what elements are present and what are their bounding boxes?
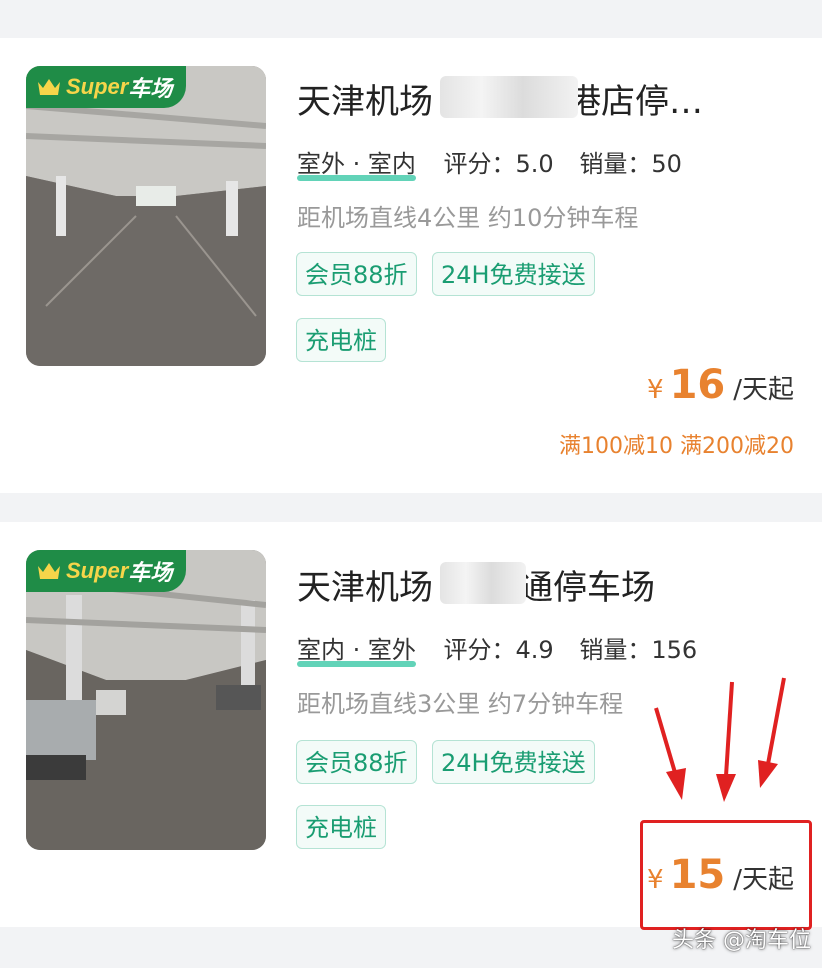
crown-icon — [38, 563, 60, 579]
arrow-middle — [724, 681, 734, 777]
promotion-text: 满100减10 满200减20 — [559, 434, 794, 459]
sales-value: 50 — [651, 150, 682, 178]
distance-text: 距机场直线4公里 约10分钟车程 — [297, 204, 639, 232]
parking-lot-title[interactable]: 天津机场 通停车场 — [297, 560, 797, 609]
badge-brand: Super — [66, 74, 129, 99]
redacted-area — [440, 562, 526, 604]
sales-label: 销量： — [579, 150, 652, 178]
tag-charging-pile: 充电桩 — [296, 805, 386, 849]
rating-label: 评分： — [443, 150, 516, 178]
sales-value: 156 — [651, 636, 698, 664]
tag-free-shuttle: 24H免费接送 — [432, 740, 595, 784]
tag-charging-pile: 充电桩 — [296, 318, 386, 362]
rating-label: 评分： — [443, 636, 516, 664]
parking-lot-photo: Super 车场 — [26, 550, 266, 850]
distance-text: 距机场直线3公里 约7分钟车程 — [297, 690, 624, 718]
rating-value: 4.9 — [515, 636, 554, 664]
badge-label: 车场 — [128, 76, 173, 101]
arrow-middle-head — [716, 774, 736, 802]
currency-symbol: ¥ — [647, 375, 664, 405]
price-unit: /天起 — [733, 375, 794, 405]
top-divider — [0, 0, 822, 8]
lot-meta: 室内 · 室外 评分：4.9 销量：156 — [297, 630, 698, 667]
price-value: 16 — [669, 362, 726, 408]
price-highlight-box — [640, 820, 812, 930]
sales-label: 销量： — [579, 636, 652, 664]
parking-lot-card[interactable]: Super 车场 天津机场 空港店停… 室外 · 室内 评分：5.0 销量：50 … — [0, 38, 822, 493]
arrow-right — [766, 677, 786, 765]
lot-type: 室内 · 室外 — [297, 630, 416, 667]
parking-lot-photo: Super 车场 — [26, 66, 266, 366]
badge-label: 车场 — [128, 560, 173, 585]
super-lot-badge: Super 车场 — [26, 66, 186, 108]
tag-member-discount: 会员88折 — [296, 740, 417, 784]
rating-value: 5.0 — [515, 150, 554, 178]
tag-free-shuttle: 24H免费接送 — [432, 252, 595, 296]
watermark: 头条 @淘车位 — [672, 928, 811, 953]
arrow-right-head — [758, 760, 778, 788]
super-lot-badge: Super 车场 — [26, 550, 186, 592]
arrow-left-head — [666, 768, 686, 800]
arrow-left — [654, 707, 678, 777]
redacted-area — [440, 76, 578, 118]
price: ¥16/天起 — [647, 362, 794, 408]
annotation-arrows — [654, 677, 786, 802]
lot-meta: 室外 · 室内 评分：5.0 销量：50 — [297, 144, 682, 181]
tag-member-discount: 会员88折 — [296, 252, 417, 296]
lot-type: 室外 · 室内 — [297, 144, 416, 181]
badge-brand: Super — [66, 558, 129, 583]
crown-icon — [38, 79, 60, 95]
